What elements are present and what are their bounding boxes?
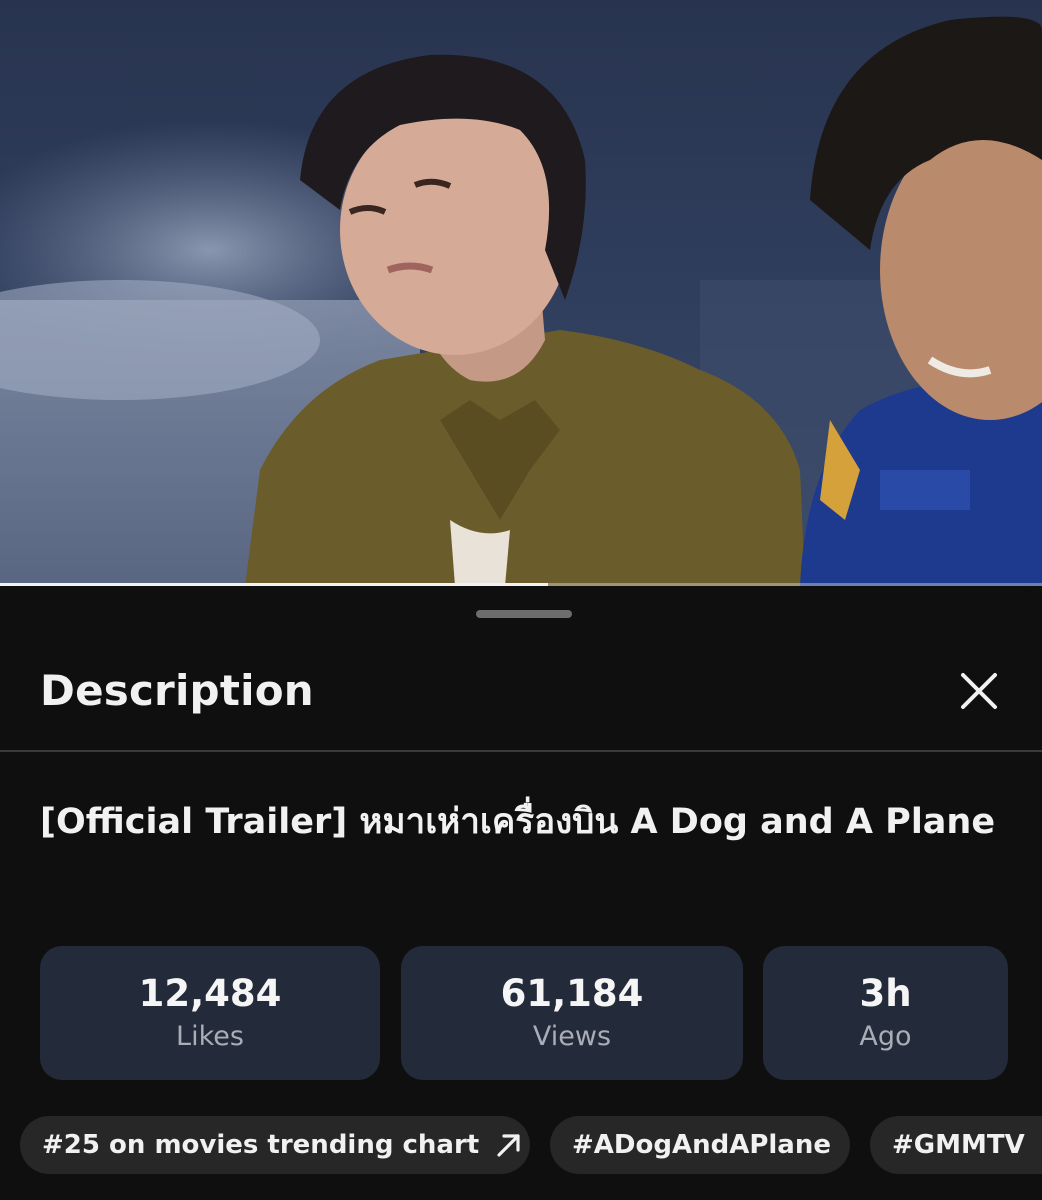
trending-chart-chip[interactable]: #25 on movies trending chart: [20, 1116, 530, 1174]
sheet-drag-handle[interactable]: [476, 610, 572, 618]
hashtag-chip-gmmtv[interactable]: #GMMTV: [870, 1116, 1042, 1174]
likes-label: Likes: [176, 1021, 244, 1052]
close-icon: [961, 673, 997, 709]
trending-chart-label: #25 on movies trending chart: [42, 1130, 480, 1160]
views-count: 61,184: [500, 972, 644, 1015]
video-player[interactable]: [0, 0, 1042, 586]
hashtag-chip-adogandaplane[interactable]: #ADogAndAPlane: [550, 1116, 850, 1174]
sheet-title: Description: [40, 666, 314, 715]
hashtag-label: #ADogAndAPlane: [572, 1130, 831, 1160]
divider: [0, 750, 1042, 752]
likes-stat-card: 12,484 Likes: [40, 946, 380, 1080]
views-label: Views: [532, 1021, 612, 1052]
video-progress-bar[interactable]: [0, 583, 1042, 586]
description-sheet: Description [Official Trailer] หมาเห่าเค…: [0, 590, 1042, 1200]
close-button[interactable]: [950, 662, 1008, 720]
upload-age-label: Ago: [859, 1021, 912, 1052]
upload-age-stat-card: 3h Ago: [763, 946, 1008, 1080]
video-frame-image: [0, 16, 1042, 586]
video-title: [Official Trailer] หมาเห่าเครื่องบิน A D…: [40, 802, 996, 842]
video-progress-fill: [0, 583, 549, 586]
upload-age-value: 3h: [859, 972, 912, 1015]
views-stat-card: 61,184 Views: [401, 946, 743, 1080]
hashtag-label: #GMMTV: [892, 1130, 1025, 1160]
arrow-up-right-icon: [495, 1131, 523, 1159]
likes-count: 12,484: [138, 972, 282, 1015]
